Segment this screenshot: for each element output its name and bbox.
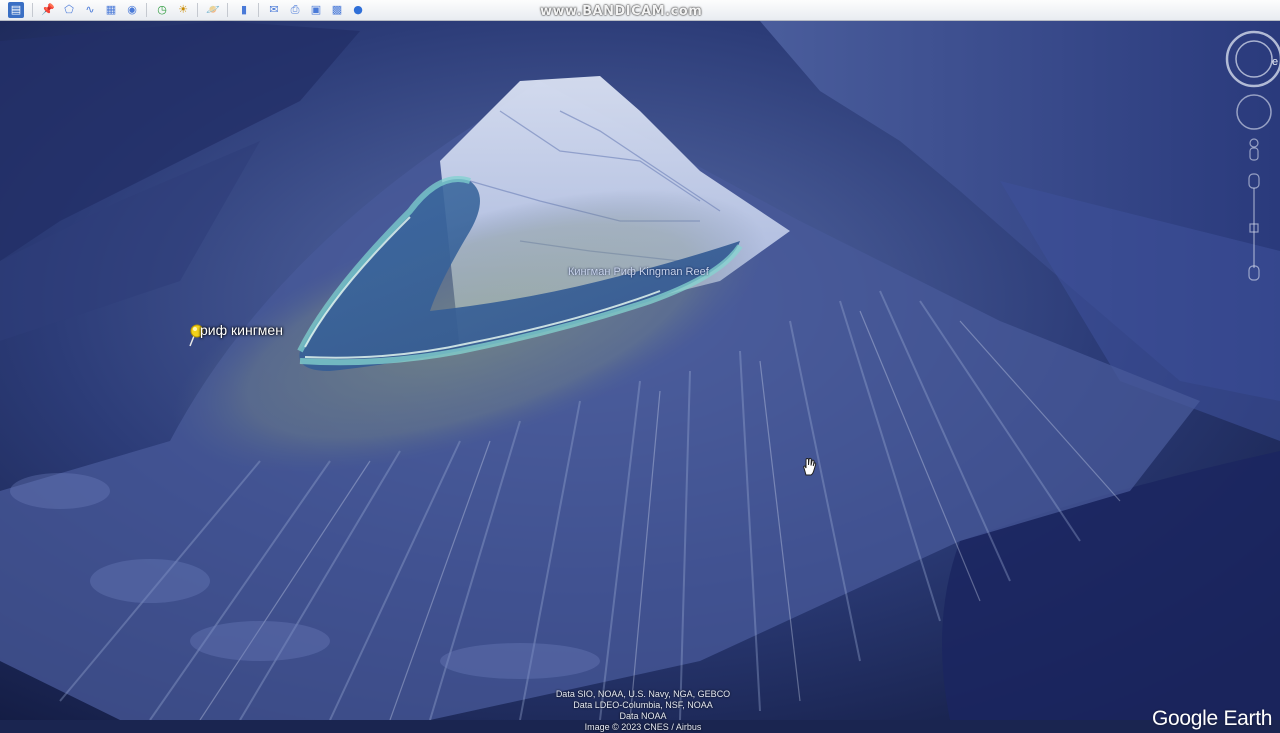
imagery-attribution: Data SIO, NOAA, U.S. Navy, NGA, GEBCO Da… — [528, 689, 758, 733]
placemark-label[interactable]: риф кингмен — [200, 322, 283, 338]
globe-icon[interactable]: ● — [350, 2, 366, 18]
reef-place-label[interactable]: Кингман Риф Kingman Reef — [568, 266, 709, 278]
seafloor-terrain — [0, 21, 1280, 721]
google-earth-logo: Google Earth — [1152, 707, 1273, 730]
attribution-line: Image © 2023 CNES / Airbus — [584, 722, 702, 732]
image-overlay-icon[interactable]: ▦ — [103, 2, 119, 18]
polygon-icon[interactable]: ⬠ — [61, 2, 77, 18]
email-icon[interactable]: ✉ — [266, 2, 282, 18]
toolbar-separator — [227, 3, 228, 17]
zoom-slider[interactable] — [1248, 173, 1260, 281]
sunlight-icon[interactable]: ☀ — [175, 2, 191, 18]
view-in-maps-icon[interactable]: ▩ — [329, 2, 345, 18]
toolbar-separator — [32, 3, 33, 17]
attribution-line: Data NOAA — [619, 711, 667, 721]
historical-imagery-icon[interactable]: ◷ — [154, 2, 170, 18]
north-indicator[interactable]: е — [1272, 56, 1278, 68]
look-joystick-icon[interactable] — [1236, 94, 1272, 130]
hand-cursor-icon — [803, 457, 817, 476]
placemark-icon[interactable]: 📌 — [40, 2, 56, 18]
path-icon[interactable]: ∿ — [82, 2, 98, 18]
print-icon[interactable]: ⎙ — [287, 2, 303, 18]
toolbar-separator — [258, 3, 259, 17]
save-image-icon[interactable]: ▣ — [308, 2, 324, 18]
record-tour-icon[interactable]: ◉ — [124, 2, 140, 18]
toolbar-separator — [146, 3, 147, 17]
earth-3d-view[interactable]: Кингман Риф Kingman Reef риф кингмен Dat… — [0, 21, 1280, 732]
sidebar-toggle-icon[interactable]: ▤ — [8, 2, 24, 18]
toolbar-separator — [197, 3, 198, 17]
street-view-pegman-icon[interactable] — [1249, 138, 1259, 161]
attribution-line: Data SIO, NOAA, U.S. Navy, NGA, GEBCO — [555, 689, 731, 699]
attribution-line: Data LDEO-Columbia, NSF, NOAA — [573, 700, 713, 710]
planets-icon[interactable]: 🪐 — [205, 2, 221, 18]
bandicam-watermark: www.BANDICAM.com — [540, 4, 703, 19]
ruler-icon[interactable]: ▮ — [236, 2, 252, 18]
